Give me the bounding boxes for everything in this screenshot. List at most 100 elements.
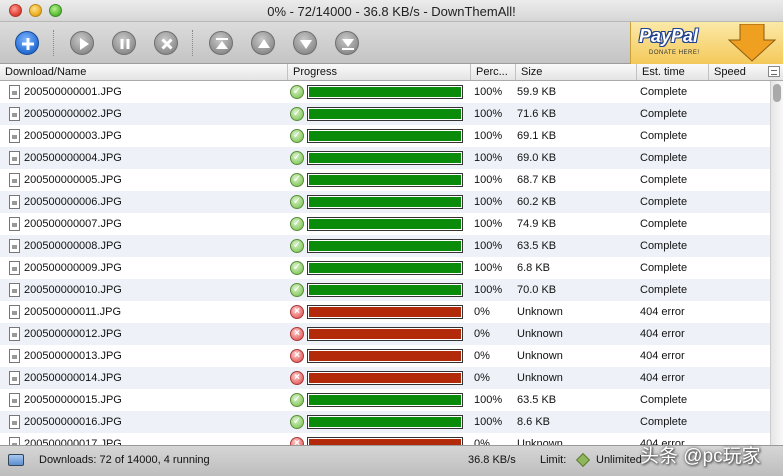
table-row[interactable]: 200500000016.JPG ✓ 100% 8.6 KB Complete	[0, 411, 770, 433]
limit-value[interactable]: Unlimited	[596, 454, 642, 466]
progress-bar	[307, 195, 463, 209]
est-time: Complete	[640, 86, 688, 98]
percent-value: 100%	[474, 394, 503, 406]
table-row[interactable]: 200500000009.JPG ✓ 100% 6.8 KB Complete	[0, 257, 770, 279]
paypal-logo: PayPal	[639, 26, 699, 46]
file-name: 200500000002.JPG	[24, 108, 122, 120]
scroll-thumb[interactable]	[773, 84, 781, 102]
table-row[interactable]: 200500000014.JPG × 0% Unknown 404 error	[0, 367, 770, 389]
check-icon: ✓	[290, 239, 304, 253]
image-file-icon	[9, 195, 20, 209]
column-speed[interactable]: Speed	[708, 64, 764, 80]
title-bar: 0% - 72/14000 - 36.8 KB/s - DownThemAll!	[0, 0, 783, 22]
check-icon: ✓	[290, 129, 304, 143]
column-progress[interactable]: Progress	[287, 64, 470, 80]
percent-value: 100%	[474, 130, 503, 142]
table-row[interactable]: 200500000013.JPG × 0% Unknown 404 error	[0, 345, 770, 367]
image-file-icon	[9, 85, 20, 99]
column-percent[interactable]: Perc...	[470, 64, 515, 80]
pause-button[interactable]	[112, 31, 136, 55]
check-icon: ✓	[290, 217, 304, 231]
file-size: Unknown	[517, 372, 563, 384]
column-name[interactable]: Download/Name	[0, 64, 287, 80]
progress-fill	[309, 153, 461, 163]
percent-value: 0%	[474, 372, 490, 384]
est-time: Complete	[640, 174, 688, 186]
image-file-icon	[9, 239, 20, 253]
paypal-donate-button[interactable]: PayPal DONATE HERE!	[630, 22, 783, 64]
table-row[interactable]: 200500000001.JPG ✓ 100% 59.9 KB Complete	[0, 81, 770, 103]
table-row[interactable]: 200500000010.JPG ✓ 100% 70.0 KB Complete	[0, 279, 770, 301]
file-name: 200500000017.JPG	[24, 438, 122, 445]
table-row[interactable]: 200500000008.JPG ✓ 100% 63.5 KB Complete	[0, 235, 770, 257]
image-file-icon	[9, 305, 20, 319]
file-size: 74.9 KB	[517, 218, 557, 230]
progress-bar	[307, 415, 463, 429]
resume-button[interactable]	[70, 31, 94, 55]
table-row[interactable]: 200500000006.JPG ✓ 100% 60.2 KB Complete	[0, 191, 770, 213]
progress-bar	[307, 85, 463, 99]
column-picker-icon[interactable]	[768, 66, 780, 77]
est-time: Complete	[640, 130, 688, 142]
error-icon: ×	[290, 305, 304, 319]
progress-fill	[309, 373, 461, 383]
progress-bar	[307, 107, 463, 121]
table-row[interactable]: 200500000015.JPG ✓ 100% 63.5 KB Complete	[0, 389, 770, 411]
table-row[interactable]: 200500000002.JPG ✓ 100% 71.6 KB Complete	[0, 103, 770, 125]
total-speed: 36.8 KB/s	[468, 454, 516, 466]
vertical-scrollbar[interactable]	[770, 81, 783, 445]
progress-fill	[309, 329, 461, 339]
column-size[interactable]: Size	[515, 64, 636, 80]
move-up-button[interactable]	[251, 31, 275, 55]
progress-fill	[309, 263, 461, 273]
table-row[interactable]: 200500000012.JPG × 0% Unknown 404 error	[0, 323, 770, 345]
table-row[interactable]: 200500000011.JPG × 0% Unknown 404 error	[0, 301, 770, 323]
percent-value: 100%	[474, 108, 503, 120]
file-size: 6.8 KB	[517, 262, 551, 274]
move-top-button[interactable]	[209, 31, 233, 55]
file-name: 200500000006.JPG	[24, 196, 122, 208]
column-est-time[interactable]: Est. time	[636, 64, 708, 80]
percent-value: 100%	[474, 416, 503, 428]
download-arrow-icon	[727, 24, 777, 62]
progress-bar	[307, 239, 463, 253]
add-download-button[interactable]	[15, 31, 39, 55]
percent-value: 100%	[474, 284, 503, 296]
error-icon: ×	[290, 437, 304, 445]
progress-bar	[307, 217, 463, 231]
pause-icon	[120, 39, 130, 49]
cancel-button[interactable]	[154, 31, 178, 55]
image-file-icon	[9, 437, 20, 445]
table-row[interactable]: 200500000004.JPG ✓ 100% 69.0 KB Complete	[0, 147, 770, 169]
file-size: 63.5 KB	[517, 240, 557, 252]
file-size: 71.6 KB	[517, 108, 557, 120]
est-time: Complete	[640, 394, 688, 406]
progress-fill	[309, 417, 461, 427]
progress-bar	[307, 393, 463, 407]
table-row[interactable]: 200500000003.JPG ✓ 100% 69.1 KB Complete	[0, 125, 770, 147]
error-icon: ×	[290, 371, 304, 385]
table-row[interactable]: 200500000007.JPG ✓ 100% 74.9 KB Complete	[0, 213, 770, 235]
progress-fill	[309, 395, 461, 405]
est-time: 404 error	[640, 306, 685, 318]
progress-fill	[309, 197, 461, 207]
file-size: 68.7 KB	[517, 174, 557, 186]
file-name: 200500000004.JPG	[24, 152, 122, 164]
speed-limit-icon[interactable]	[575, 452, 591, 468]
move-bottom-button[interactable]	[335, 31, 359, 55]
percent-value: 0%	[474, 350, 490, 362]
progress-fill	[309, 175, 461, 185]
est-time: Complete	[640, 240, 688, 252]
file-size: 63.5 KB	[517, 394, 557, 406]
move-top-icon	[216, 38, 228, 49]
check-icon: ✓	[290, 195, 304, 209]
error-icon: ×	[290, 349, 304, 363]
percent-value: 100%	[474, 174, 503, 186]
progress-bar	[307, 327, 463, 341]
progress-fill	[309, 219, 461, 229]
image-file-icon	[9, 349, 20, 363]
resume-icon	[80, 38, 89, 50]
table-row[interactable]: 200500000005.JPG ✓ 100% 68.7 KB Complete	[0, 169, 770, 191]
move-down-button[interactable]	[293, 31, 317, 55]
error-icon: ×	[290, 327, 304, 341]
